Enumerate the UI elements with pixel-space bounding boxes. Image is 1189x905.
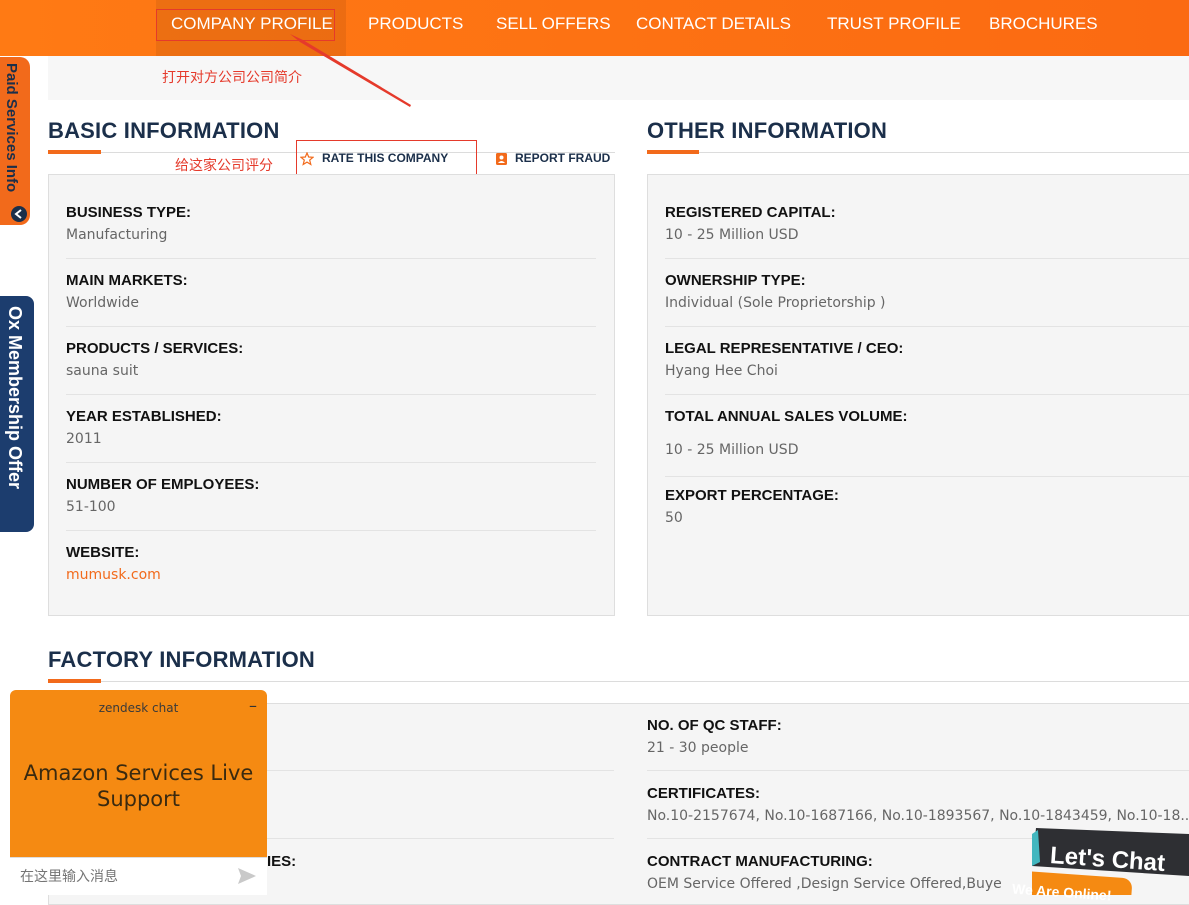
paid-services-tab[interactable]: Paid Services Info <box>0 57 30 225</box>
year-established-value: 2011 <box>66 431 102 447</box>
employees-value: 51-100 <box>66 499 116 515</box>
paid-services-label: Paid Services Info <box>3 63 20 193</box>
chat-message-input[interactable] <box>18 865 232 889</box>
ownership-type-value: Individual (Sole Proprietorship ) <box>665 295 886 311</box>
annual-sales-value: 10 - 25 Million USD <box>665 442 799 458</box>
export-percentage-label: EXPORT PERCENTAGE: <box>665 487 839 504</box>
star-icon <box>300 151 314 166</box>
registered-capital-label: REGISTERED CAPITAL: <box>665 204 836 221</box>
contract-manufacturing-label: CONTRACT MANUFACTURING: <box>647 853 873 870</box>
nav-contact-details[interactable]: CONTACT DETAILS <box>636 0 791 56</box>
nav-trust-profile[interactable]: TRUST PROFILE <box>827 0 961 56</box>
nav-products[interactable]: PRODUCTS <box>368 0 463 56</box>
nav-brochures[interactable]: BROCHURES <box>989 0 1098 56</box>
certificates-value: No.10-2157674, No.10-1687166, No.10-1893… <box>647 808 1189 824</box>
annual-sales-label: TOTAL ANNUAL SALES VOLUME: <box>665 408 908 425</box>
other-title-rule <box>647 152 1189 153</box>
divider <box>647 770 1189 771</box>
report-fraud-button[interactable]: REPORT FRAUD <box>496 151 610 165</box>
factory-info-title: FACTORY INFORMATION <box>48 647 315 672</box>
rate-company-button[interactable]: RATE THIS COMPANY <box>300 151 448 166</box>
contract-manufacturing-value: OEM Service Offered ,Design Service Offe… <box>647 876 1002 892</box>
report-fraud-label: REPORT FRAUD <box>515 151 611 165</box>
website-label: WEBSITE: <box>66 544 140 561</box>
qc-staff-value: 21 - 30 people <box>647 740 749 756</box>
divider <box>665 326 1189 327</box>
nav-company-profile[interactable]: COMPANY PROFILE <box>156 0 346 56</box>
products-services-value: sauna suit <box>66 363 139 379</box>
rate-company-label: RATE THIS COMPANY <box>322 151 449 165</box>
products-services-label: PRODUCTS / SERVICES: <box>66 340 244 357</box>
main-markets-value: Worldwide <box>66 295 139 311</box>
divider <box>665 476 1189 477</box>
chat-widget[interactable]: zendesk chat – Amazon Services Live Supp… <box>10 690 267 895</box>
chat-headline: Amazon Services Live Support <box>23 761 254 811</box>
business-type-value: Manufacturing <box>66 227 168 243</box>
registered-capital-value: 10 - 25 Million USD <box>665 227 799 243</box>
annotation-open-profile: 打开对方公司公司简介 <box>162 70 302 86</box>
basic-title-accent <box>48 150 101 154</box>
annotation-rate-company: 给这家公司评分 <box>175 158 273 174</box>
other-info-title: OTHER INFORMATION <box>647 118 888 143</box>
divider <box>665 394 1189 395</box>
website-link[interactable]: mumusk.com <box>66 567 161 583</box>
legal-rep-value: Hyang Hee Choi <box>665 363 778 379</box>
divider <box>66 530 596 531</box>
year-established-label: YEAR ESTABLISHED: <box>66 408 222 425</box>
membership-offer-tab[interactable]: Ox Membership Offer <box>0 296 34 532</box>
main-markets-label: MAIN MARKETS: <box>66 272 188 289</box>
business-type-label: BUSINESS TYPE: <box>66 204 192 221</box>
qc-staff-label: NO. OF QC STAFF: <box>647 717 782 734</box>
top-nav: COMPANY PROFILE PRODUCTS SELL OFFERS CON… <box>0 0 1189 56</box>
divider <box>66 258 596 259</box>
minimize-button[interactable]: – <box>249 696 257 715</box>
lets-chat-badge[interactable]: Let's Chat We Are Online! <box>1012 826 1189 903</box>
certificates-label: CERTIFICATES: <box>647 785 761 802</box>
nav-sell-offers[interactable]: SELL OFFERS <box>496 0 611 56</box>
divider <box>66 394 596 395</box>
chat-brand: zendesk chat <box>98 701 179 715</box>
employees-label: NUMBER OF EMPLOYEES: <box>66 476 260 493</box>
collapse-chevron-icon <box>11 206 27 222</box>
legal-rep-label: LEGAL REPRESENTATIVE / CEO: <box>665 340 904 357</box>
factory-left-partial-label: IES: <box>267 853 297 870</box>
other-title-accent <box>647 150 699 154</box>
ownership-type-label: OWNERSHIP TYPE: <box>665 272 806 289</box>
factory-title-rule <box>48 681 1189 682</box>
factory-title-accent <box>48 679 101 683</box>
chat-input-bar <box>10 857 267 895</box>
send-icon[interactable] <box>237 867 257 885</box>
membership-offer-label: Ox Membership Offer <box>5 306 25 490</box>
basic-info-title: BASIC INFORMATION <box>48 118 280 143</box>
divider <box>66 326 596 327</box>
divider <box>66 462 596 463</box>
report-user-icon <box>496 152 507 165</box>
divider <box>665 258 1189 259</box>
export-percentage-value: 50 <box>665 510 683 526</box>
